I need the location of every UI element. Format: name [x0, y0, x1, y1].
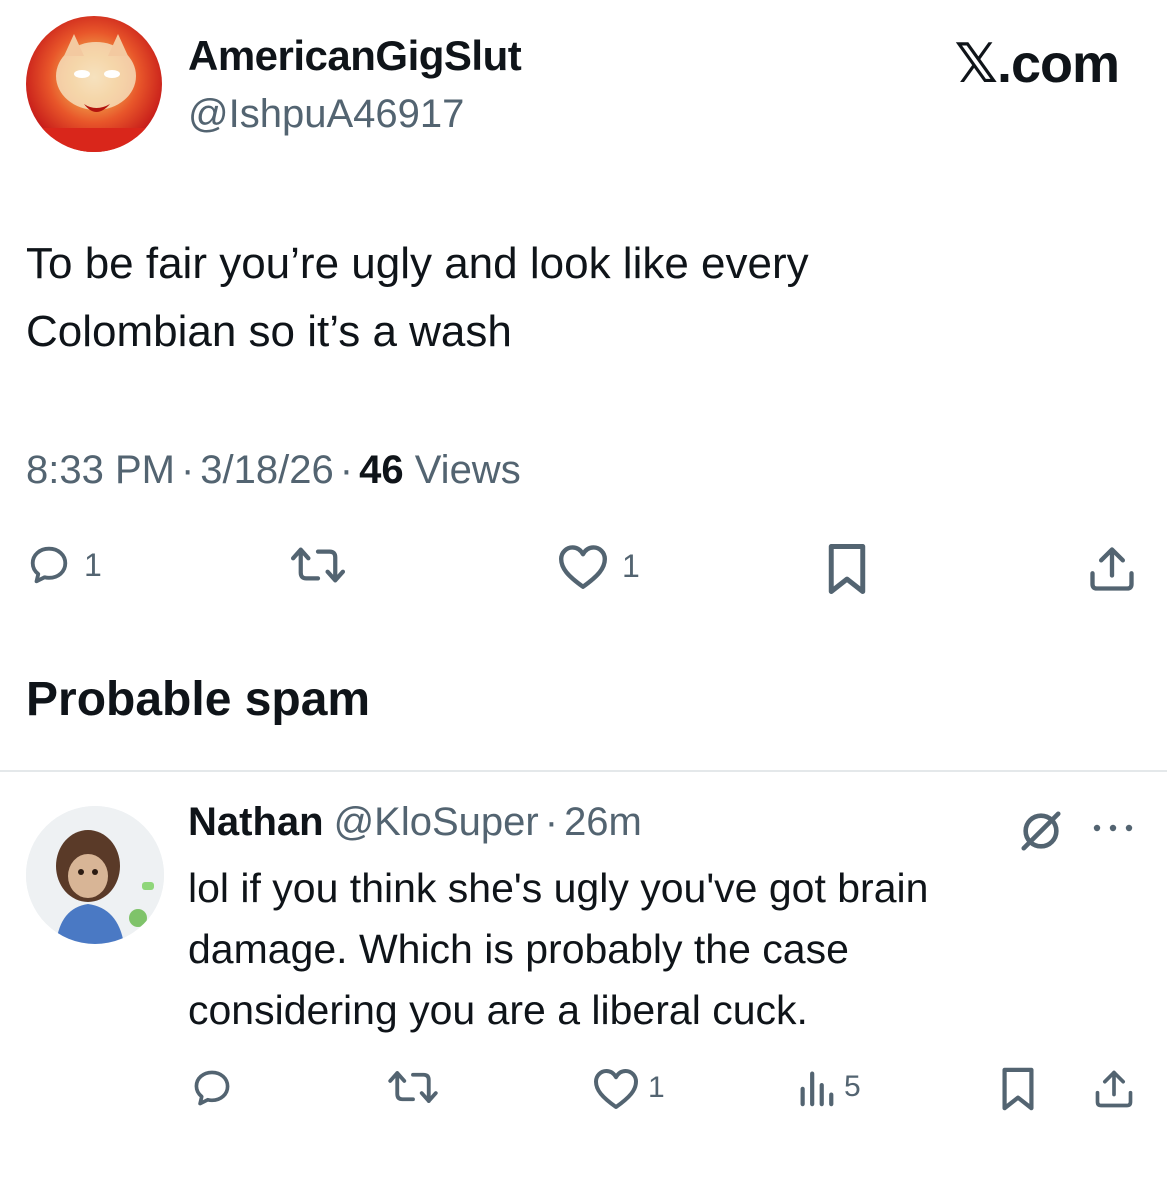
- author-name[interactable]: AmericanGigSlut: [188, 32, 522, 80]
- bookmark-button[interactable]: [822, 542, 872, 596]
- views-label: Views: [414, 448, 521, 492]
- reply-author-name[interactable]: Nathan: [188, 800, 324, 844]
- section-divider: [0, 770, 1167, 772]
- reply-icon: [194, 1070, 230, 1106]
- avatar-image: [26, 34, 162, 152]
- share-icon: [1095, 1070, 1133, 1108]
- reply-views-count: 5: [844, 1070, 861, 1103]
- reply-share-button[interactable]: [1092, 1066, 1136, 1112]
- reply-button[interactable]: 1: [26, 542, 102, 588]
- meta-separator: ·: [544, 800, 559, 844]
- reply-count: 1: [84, 546, 102, 583]
- retweet-button[interactable]: [286, 542, 350, 588]
- reply-bookmark-button[interactable]: [998, 1066, 1038, 1112]
- x-logo-icon: 𝕏: [954, 32, 998, 95]
- probable-spam-heading[interactable]: Probable spam: [26, 672, 370, 727]
- bookmark-icon: [1002, 1067, 1034, 1111]
- author-handle[interactable]: @IshpuA46917: [188, 92, 464, 137]
- tweet-date[interactable]: 3/18/26: [200, 448, 333, 492]
- share-button[interactable]: [1086, 542, 1138, 596]
- heart-icon: [594, 1069, 638, 1109]
- bookmark-icon: [828, 544, 866, 594]
- meta-separator: ·: [180, 448, 195, 492]
- reply-views-button[interactable]: 5: [796, 1066, 861, 1108]
- reply-like-count: 1: [648, 1071, 665, 1104]
- views-count: 46: [359, 448, 404, 492]
- reply-reply-button[interactable]: [190, 1066, 234, 1110]
- retweet-icon: [290, 547, 346, 583]
- tweet-text-line: Colombian so it’s a wash: [26, 307, 512, 356]
- author-avatar[interactable]: [26, 16, 162, 152]
- grok-button[interactable]: [1018, 808, 1064, 859]
- analytics-icon: [800, 1071, 834, 1107]
- heart-icon: [559, 545, 607, 589]
- reply-like-button[interactable]: 1: [592, 1066, 665, 1110]
- like-button[interactable]: 1: [556, 542, 640, 590]
- brand-suffix: .com: [996, 34, 1120, 94]
- tweet-text: To be fair you’re ugly and look like eve…: [26, 230, 1126, 366]
- tweet-time[interactable]: 8:33 PM: [26, 448, 175, 492]
- reply-text-line: lol if you think she's ugly you've got b…: [188, 865, 929, 911]
- tweet-text-line: To be fair you’re ugly and look like eve…: [26, 239, 809, 288]
- reply-retweet-button[interactable]: [384, 1066, 442, 1108]
- reply-icon: [30, 546, 68, 584]
- avatar-image: [26, 806, 164, 944]
- reply-text-line: damage. Which is probably the case: [188, 926, 849, 972]
- reply-author-handle[interactable]: @KloSuper: [334, 800, 539, 844]
- meta-separator: ·: [339, 448, 354, 492]
- share-icon: [1090, 547, 1134, 591]
- more-options-button[interactable]: [1090, 818, 1136, 843]
- reply-header: Nathan @KloSuper · 26m: [188, 800, 642, 845]
- reply-time[interactable]: 26m: [564, 800, 642, 844]
- more-icon: [1093, 824, 1133, 832]
- reply-text: lol if you think she's ugly you've got b…: [188, 858, 1148, 1041]
- grok-icon: [1021, 811, 1061, 851]
- like-count: 1: [622, 547, 640, 584]
- tweet-meta: 8:33 PM · 3/18/26 · 46 Views: [26, 448, 521, 493]
- x-com-watermark: 𝕏.com: [954, 32, 1120, 95]
- reply-author-avatar[interactable]: [26, 806, 164, 944]
- retweet-icon: [388, 1071, 438, 1103]
- reply-text-line: considering you are a liberal cuck.: [188, 987, 808, 1033]
